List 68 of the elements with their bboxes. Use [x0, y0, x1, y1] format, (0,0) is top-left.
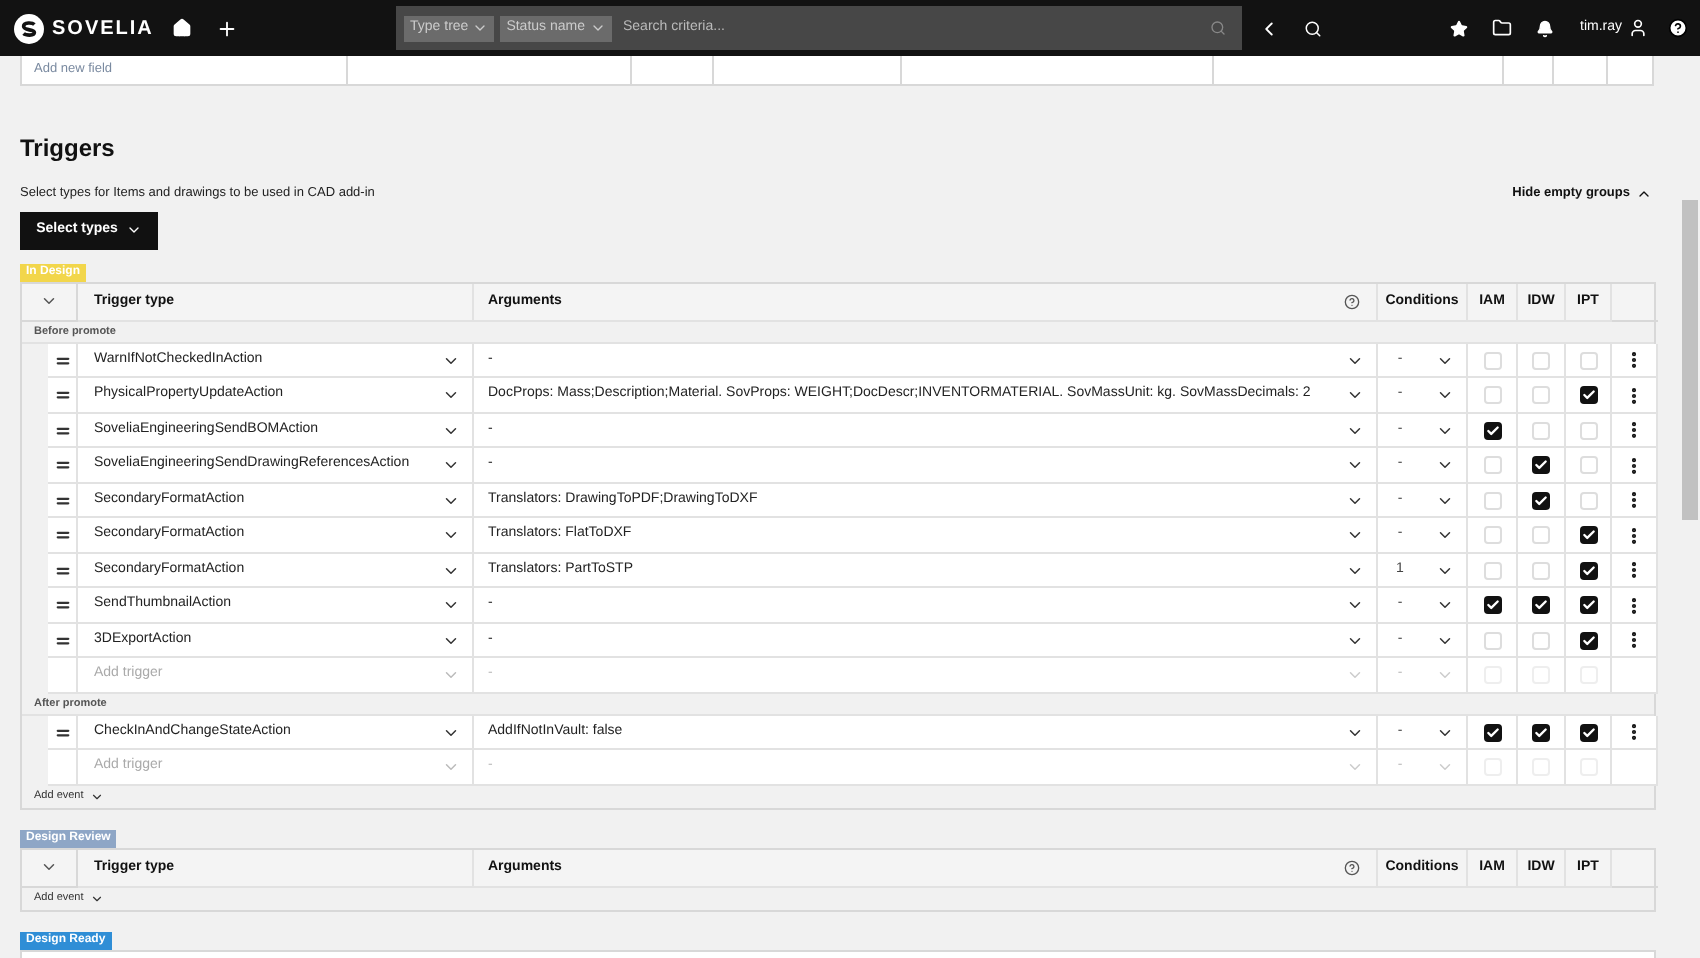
checkbox[interactable] [1532, 421, 1550, 439]
checkbox[interactable] [1579, 351, 1597, 369]
check-icon [1485, 725, 1499, 739]
checkbox[interactable] [1532, 596, 1550, 614]
checkbox[interactable] [1483, 561, 1501, 579]
favorites-icon[interactable] [1450, 19, 1468, 37]
check-icon [1581, 633, 1595, 647]
checkbox[interactable] [1483, 526, 1501, 544]
checkbox[interactable] [1483, 596, 1501, 614]
check-icon [1581, 388, 1595, 402]
caret-icon [89, 789, 104, 804]
checkbox[interactable] [1483, 421, 1501, 439]
check-icon [1534, 725, 1548, 739]
user-icon[interactable] [1628, 18, 1648, 38]
checkbox[interactable] [1579, 596, 1597, 614]
folder-icon[interactable] [1492, 18, 1512, 38]
caret-icon [1346, 666, 1364, 684]
checkbox[interactable] [1579, 491, 1597, 509]
checkbox[interactable] [1532, 526, 1550, 544]
checkbox[interactable] [1483, 723, 1501, 741]
help-icon[interactable] [1344, 859, 1360, 876]
check-icon [1581, 598, 1595, 612]
logo-icon [14, 13, 44, 43]
caret-icon [472, 20, 489, 36]
caret-icon [589, 20, 605, 36]
check-icon [1485, 423, 1499, 437]
checkbox[interactable] [1579, 723, 1597, 741]
check-icon [1534, 493, 1548, 507]
check-icon [1534, 458, 1548, 472]
check-icon [1581, 725, 1595, 739]
checkbox[interactable] [1579, 386, 1597, 404]
drag-handle-icon[interactable] [53, 386, 71, 404]
checkbox[interactable] [1579, 631, 1597, 649]
checkbox[interactable] [1483, 386, 1501, 404]
checkbox[interactable] [1532, 456, 1550, 474]
checkbox[interactable] [1579, 526, 1597, 544]
checkbox[interactable] [1532, 723, 1550, 741]
notifications-icon[interactable] [1536, 19, 1554, 37]
caret-icon [89, 891, 104, 906]
drag-handle-icon[interactable] [53, 596, 71, 614]
check-icon [1581, 563, 1595, 577]
checkbox[interactable] [1532, 351, 1550, 369]
checkbox[interactable] [1579, 456, 1597, 474]
scrollbar-thumb[interactable] [1682, 200, 1698, 520]
search-icon[interactable] [1210, 20, 1226, 36]
checkbox[interactable] [1483, 351, 1501, 369]
check-icon [1485, 598, 1499, 612]
check-icon [1534, 598, 1548, 612]
check-icon [1581, 528, 1595, 542]
advanced-search-icon[interactable] [1304, 19, 1322, 37]
checkbox[interactable] [1532, 631, 1550, 649]
checkbox[interactable] [1579, 421, 1597, 439]
brand-name: SOVELIA [52, 15, 154, 43]
checkbox[interactable] [1532, 491, 1550, 509]
drag-handle-icon[interactable] [53, 456, 71, 474]
home-icon[interactable] [172, 18, 192, 38]
help-icon[interactable] [1344, 293, 1360, 310]
checkbox[interactable] [1483, 631, 1501, 649]
checkbox[interactable] [1532, 561, 1550, 579]
checkbox[interactable] [1483, 456, 1501, 474]
section-title: Triggers [20, 132, 117, 166]
caret-icon [1346, 758, 1364, 776]
checkbox[interactable] [1483, 491, 1501, 509]
help-icon[interactable] [1668, 18, 1688, 38]
add-icon[interactable] [216, 17, 238, 39]
checkbox[interactable] [1579, 561, 1597, 579]
checkbox[interactable] [1532, 386, 1550, 404]
drag-handle-icon[interactable] [53, 526, 71, 544]
